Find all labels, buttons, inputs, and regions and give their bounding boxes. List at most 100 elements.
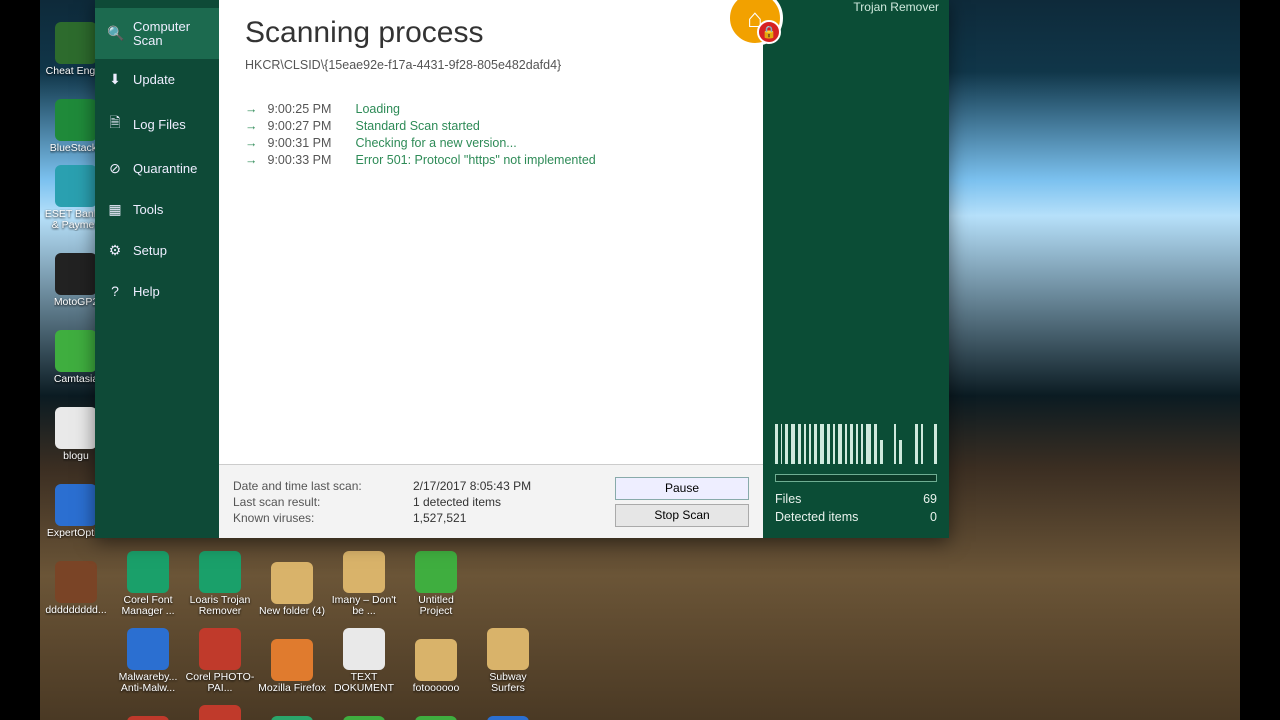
nav-label: Quarantine — [133, 161, 197, 176]
main-body: Scanning process HKCR\CLSID\{15eae92e-f1… — [219, 0, 763, 464]
nav-computer-scan[interactable]: 🔍 Computer Scan — [95, 8, 219, 59]
app-icon — [55, 253, 97, 295]
desktop-icon[interactable]: TEXT DOKUMENT — [328, 617, 400, 694]
log-row: →9:00:33 PMError 501: Protocol "https" n… — [245, 153, 737, 167]
log-timestamp: 9:00:25 PM — [268, 102, 346, 116]
log-row: →9:00:31 PMChecking for a new version... — [245, 136, 737, 150]
desktop-icon[interactable]: Mozilla Firefox — [256, 617, 328, 694]
desktop-icon[interactable]: Calculator — [256, 694, 328, 720]
log-row: → 9:00:27 PM Standard Scan started — [245, 119, 737, 133]
icon-label: Loaris Trojan Remover — [185, 595, 255, 617]
log-timestamp: 9:00:33 PM — [268, 153, 346, 167]
desktop-icon[interactable]: New folder (4) — [256, 540, 328, 617]
arrow-icon: → — [245, 119, 258, 133]
nav-label: Update — [133, 72, 175, 87]
app-window: 🔍 Computer Scan ⬇ Update 🗎 Log Files ⊘ Q… — [95, 0, 949, 538]
nav-tools[interactable]: ▦ Tools — [95, 189, 219, 230]
scan-log: →9:00:25 PMLoading→9:00:27 PMStandard Sc… — [245, 102, 737, 167]
log-message: Standard Scan started — [356, 119, 480, 133]
app-icon — [415, 716, 457, 720]
desktop-icon[interactable]: CutStudioP... — [400, 694, 472, 720]
desktop-icon[interactable]: AdwCleaner — [472, 694, 544, 720]
app-icon — [487, 628, 529, 670]
icon-label: TEXT DOKUMENT — [329, 672, 399, 694]
icon-label: Untitled Project — [401, 595, 471, 617]
desktop-icon[interactable]: Corel Font Manager ... — [112, 540, 184, 617]
arrow-icon: → — [245, 136, 258, 150]
lock-icon: 🔒 — [757, 20, 781, 44]
desktop-icon-row: MP3 CutterCorel PHOTO-PAI...CalculatorµT… — [112, 694, 1240, 720]
icon-label: Corel PHOTO-PAI... — [185, 672, 255, 694]
download-icon: ⬇ — [107, 71, 123, 88]
desktop-icon[interactable]: ddddddddd... — [40, 539, 112, 616]
nav-setup[interactable]: ⚙ Setup — [95, 230, 219, 271]
app-icon — [415, 639, 457, 681]
arrow-icon: → — [245, 153, 258, 167]
app-icon — [55, 22, 97, 64]
log-timestamp: 9:00:27 PM — [268, 119, 346, 133]
arrow-icon: → — [245, 102, 258, 116]
log-row: →9:00:25 PMLoading — [245, 102, 737, 116]
stat-key: Date and time last scan: — [233, 479, 413, 493]
app-icon — [55, 99, 97, 141]
desktop-icon[interactable]: Imany – Don't be ... — [328, 540, 400, 617]
scan-stats: Date and time last scan: 2/17/2017 8:05:… — [233, 479, 599, 525]
desktop-icon[interactable]: Malwareby... Anti-Malw... — [112, 617, 184, 694]
pause-button[interactable]: Pause — [615, 477, 749, 500]
nav-label: Setup — [133, 243, 167, 258]
right-panel-top: Trojan Remover ⌂ 🔒 — [763, 0, 949, 46]
log-message: Checking for a new version... — [356, 136, 517, 150]
desktop-icon[interactable]: µTorrent — [328, 694, 400, 720]
app-icon — [199, 705, 241, 720]
desktop-icon[interactable]: Untitled Project — [400, 540, 472, 617]
icon-label: Corel Font Manager ... — [113, 595, 183, 617]
app-icon — [55, 165, 97, 207]
search-icon: 🔍 — [107, 26, 123, 41]
app-icon — [271, 639, 313, 681]
nav-quarantine[interactable]: ⊘ Quarantine — [95, 148, 219, 189]
nav-update[interactable]: ⬇ Update — [95, 59, 219, 100]
icon-label: Mozilla Firefox — [258, 683, 326, 694]
current-scan-path: HKCR\CLSID\{15eae92e-f17a-4431-9f28-805e… — [245, 58, 737, 72]
app-icon — [415, 551, 457, 593]
right-panel: Trojan Remover ⌂ 🔒 Files 69 Detected ite… — [763, 0, 949, 538]
stop-scan-button[interactable]: Stop Scan — [615, 504, 749, 527]
icon-label: Camtasia — [54, 374, 98, 385]
icon-label: Imany – Don't be ... — [329, 595, 399, 617]
icon-label: Subway Surfers — [473, 672, 543, 694]
desktop-icon[interactable]: fotoooooo — [400, 617, 472, 694]
app-icon — [127, 716, 169, 720]
desktop-icon[interactable]: Loaris Trojan Remover — [184, 540, 256, 617]
files-value: 69 — [923, 492, 937, 506]
footer-bar: Date and time last scan: 2/17/2017 8:05:… — [219, 464, 763, 538]
desktop-icon-row: Corel Font Manager ...Loaris Trojan Remo… — [112, 540, 1240, 617]
desktop-icon[interactable]: Corel PHOTO-PAI... — [184, 617, 256, 694]
detected-value: 0 — [930, 510, 937, 524]
nav-log-files[interactable]: 🗎 Log Files — [95, 100, 219, 148]
files-count: Files 69 — [775, 492, 937, 506]
icon-label: blogu — [63, 451, 89, 462]
stat-key: Known viruses: — [233, 511, 413, 525]
app-icon — [271, 562, 313, 604]
detected-label: Detected items — [775, 510, 858, 524]
desktop-icon-row: Malwareby... Anti-Malw...Corel PHOTO-PAI… — [112, 617, 1240, 694]
icon-label: fotoooooo — [413, 683, 460, 694]
desktop-icon[interactable]: MP3 Cutter — [112, 694, 184, 720]
app-icon — [127, 628, 169, 670]
brand-subtitle: Trojan Remover — [763, 0, 949, 18]
app-icon — [271, 716, 313, 720]
letterbox-left — [0, 0, 40, 720]
letterbox-right — [1240, 0, 1280, 720]
desktop-icons-rows: Corel Font Manager ...Loaris Trojan Remo… — [112, 540, 1240, 720]
app-icon — [55, 330, 97, 372]
nav-help[interactable]: ? Help — [95, 271, 219, 311]
app-icon — [343, 551, 385, 593]
desktop-icon[interactable]: Subway Surfers — [472, 617, 544, 694]
icon-label: New folder (4) — [259, 606, 325, 617]
page-title: Scanning process — [245, 16, 737, 50]
grid-icon: ▦ — [107, 201, 123, 218]
icon-label: MotoGP2 — [54, 297, 98, 308]
block-icon: ⊘ — [107, 160, 123, 177]
stat-key: Last scan result: — [233, 495, 413, 509]
desktop-icon[interactable]: Corel PHOTO-PAI... — [184, 694, 256, 720]
